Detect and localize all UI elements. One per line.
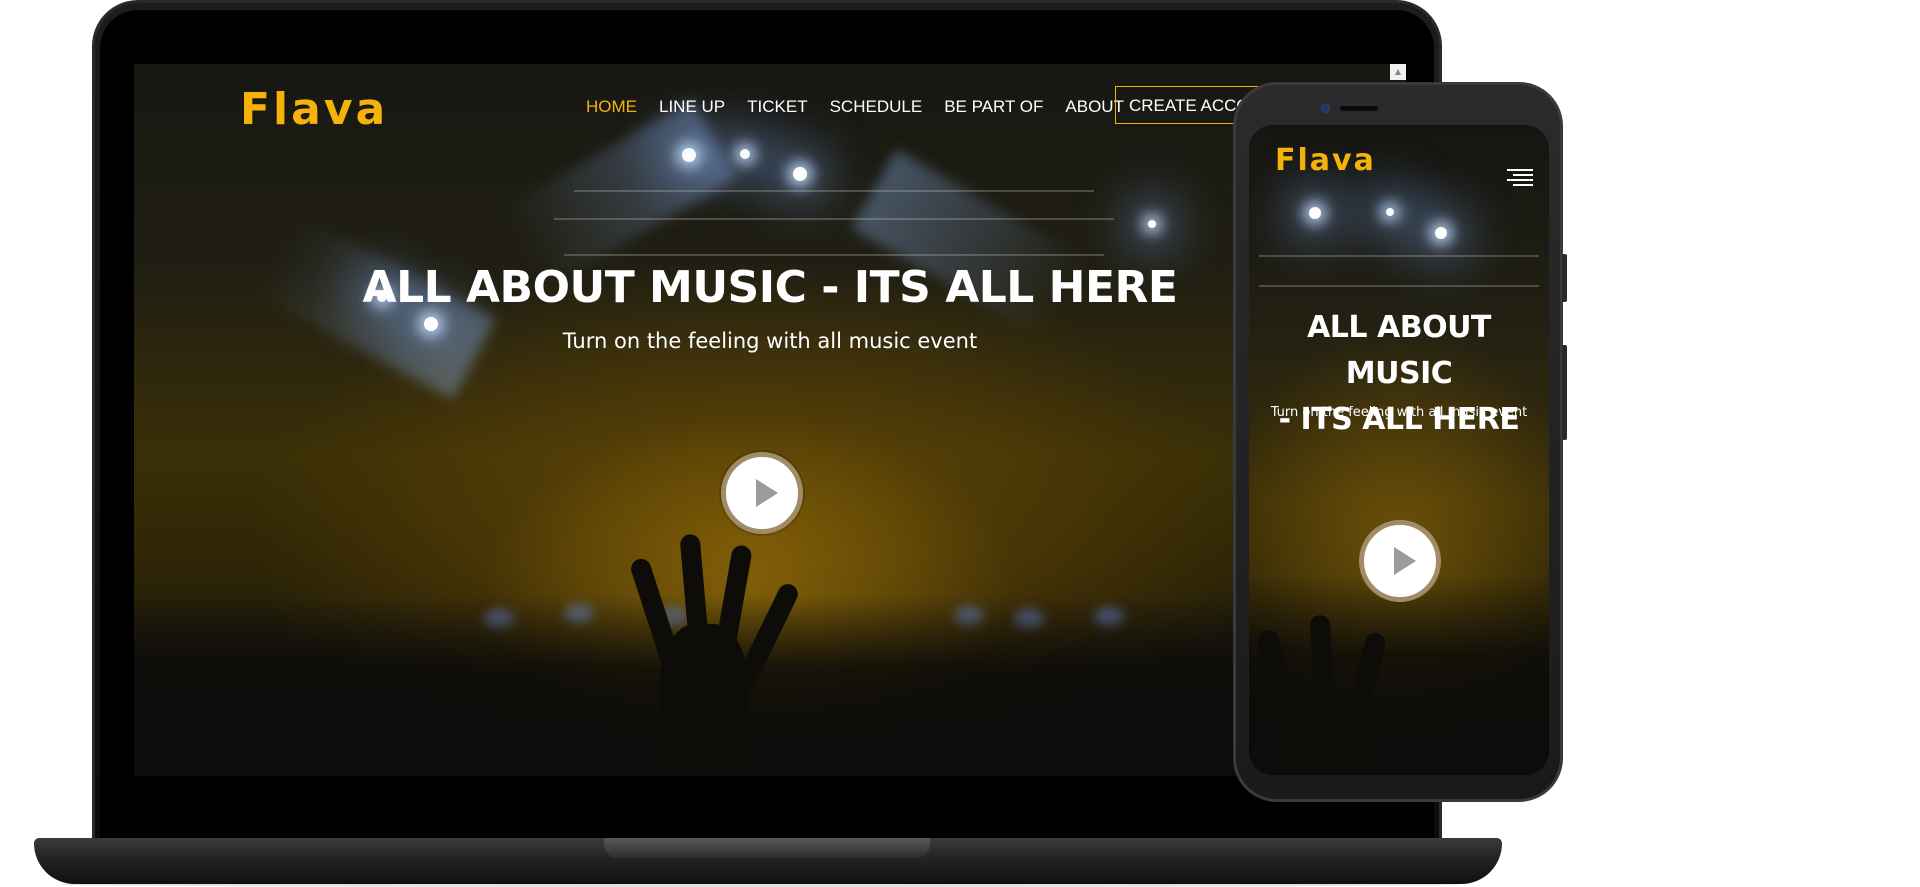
stage-light bbox=[740, 149, 750, 159]
stage-light bbox=[682, 148, 696, 162]
phone-speaker bbox=[1340, 106, 1378, 111]
site-logo[interactable]: Flava bbox=[240, 84, 388, 135]
play-icon bbox=[756, 479, 778, 507]
nav-item-line-up[interactable]: LINE UP bbox=[659, 97, 725, 117]
main-nav: HOME LINE UP TICKET SCHEDULE BE PART OF … bbox=[586, 97, 1124, 117]
stage-light bbox=[1309, 207, 1321, 219]
laptop-screen: Flava HOME LINE UP TICKET SCHEDULE BE PA… bbox=[134, 64, 1406, 776]
scroll-up-arrow[interactable]: ▲ bbox=[1390, 64, 1406, 80]
nav-item-schedule[interactable]: SCHEDULE bbox=[830, 97, 923, 117]
stage-truss bbox=[554, 218, 1114, 220]
nav-item-ticket[interactable]: TICKET bbox=[747, 97, 807, 117]
mobile-hero-title-line1: ALL ABOUT MUSIC bbox=[1307, 310, 1491, 391]
mobile-play-video-button[interactable] bbox=[1359, 520, 1441, 602]
mobile-hero-title-line2: - ITS ALL HERE bbox=[1278, 402, 1520, 437]
stage-light bbox=[1386, 208, 1394, 216]
hero-subtitle: Turn on the feeling with all music event bbox=[562, 329, 978, 353]
stage-light bbox=[1435, 227, 1447, 239]
play-icon bbox=[1394, 547, 1416, 575]
laptop-trackpad-notch bbox=[604, 838, 930, 858]
stage-truss bbox=[574, 190, 1094, 192]
mobile-hero-subtitle: Turn on the feeling with all music event bbox=[1270, 405, 1528, 420]
stage-truss bbox=[564, 254, 1104, 256]
phone-camera bbox=[1322, 105, 1329, 112]
hamburger-menu-icon[interactable] bbox=[1507, 169, 1533, 187]
hero-title: ALL ABOUT MUSIC - ITS ALL HERE bbox=[362, 262, 1178, 313]
stage-truss bbox=[1259, 255, 1539, 257]
stage-light bbox=[793, 167, 807, 181]
phone-side-button bbox=[1562, 345, 1567, 440]
laptop-shadow bbox=[60, 882, 1460, 887]
mobile-hero-title: ALL ABOUT MUSIC - ITS ALL HERE bbox=[1249, 305, 1549, 443]
light-ray-top bbox=[500, 100, 737, 288]
mobile-site-logo[interactable]: Flava bbox=[1275, 143, 1376, 178]
phone-screen: Flava ALL ABOUT MUSIC - ITS ALL HERE Tur… bbox=[1249, 125, 1549, 775]
stage-truss bbox=[1259, 285, 1539, 287]
nav-item-home[interactable]: HOME bbox=[586, 97, 637, 117]
phone-side-button bbox=[1562, 254, 1567, 302]
raised-hand bbox=[1289, 695, 1369, 775]
nav-item-be-part-of[interactable]: BE PART OF bbox=[944, 97, 1043, 117]
stage-light bbox=[1148, 220, 1156, 228]
play-video-button[interactable] bbox=[721, 452, 803, 534]
